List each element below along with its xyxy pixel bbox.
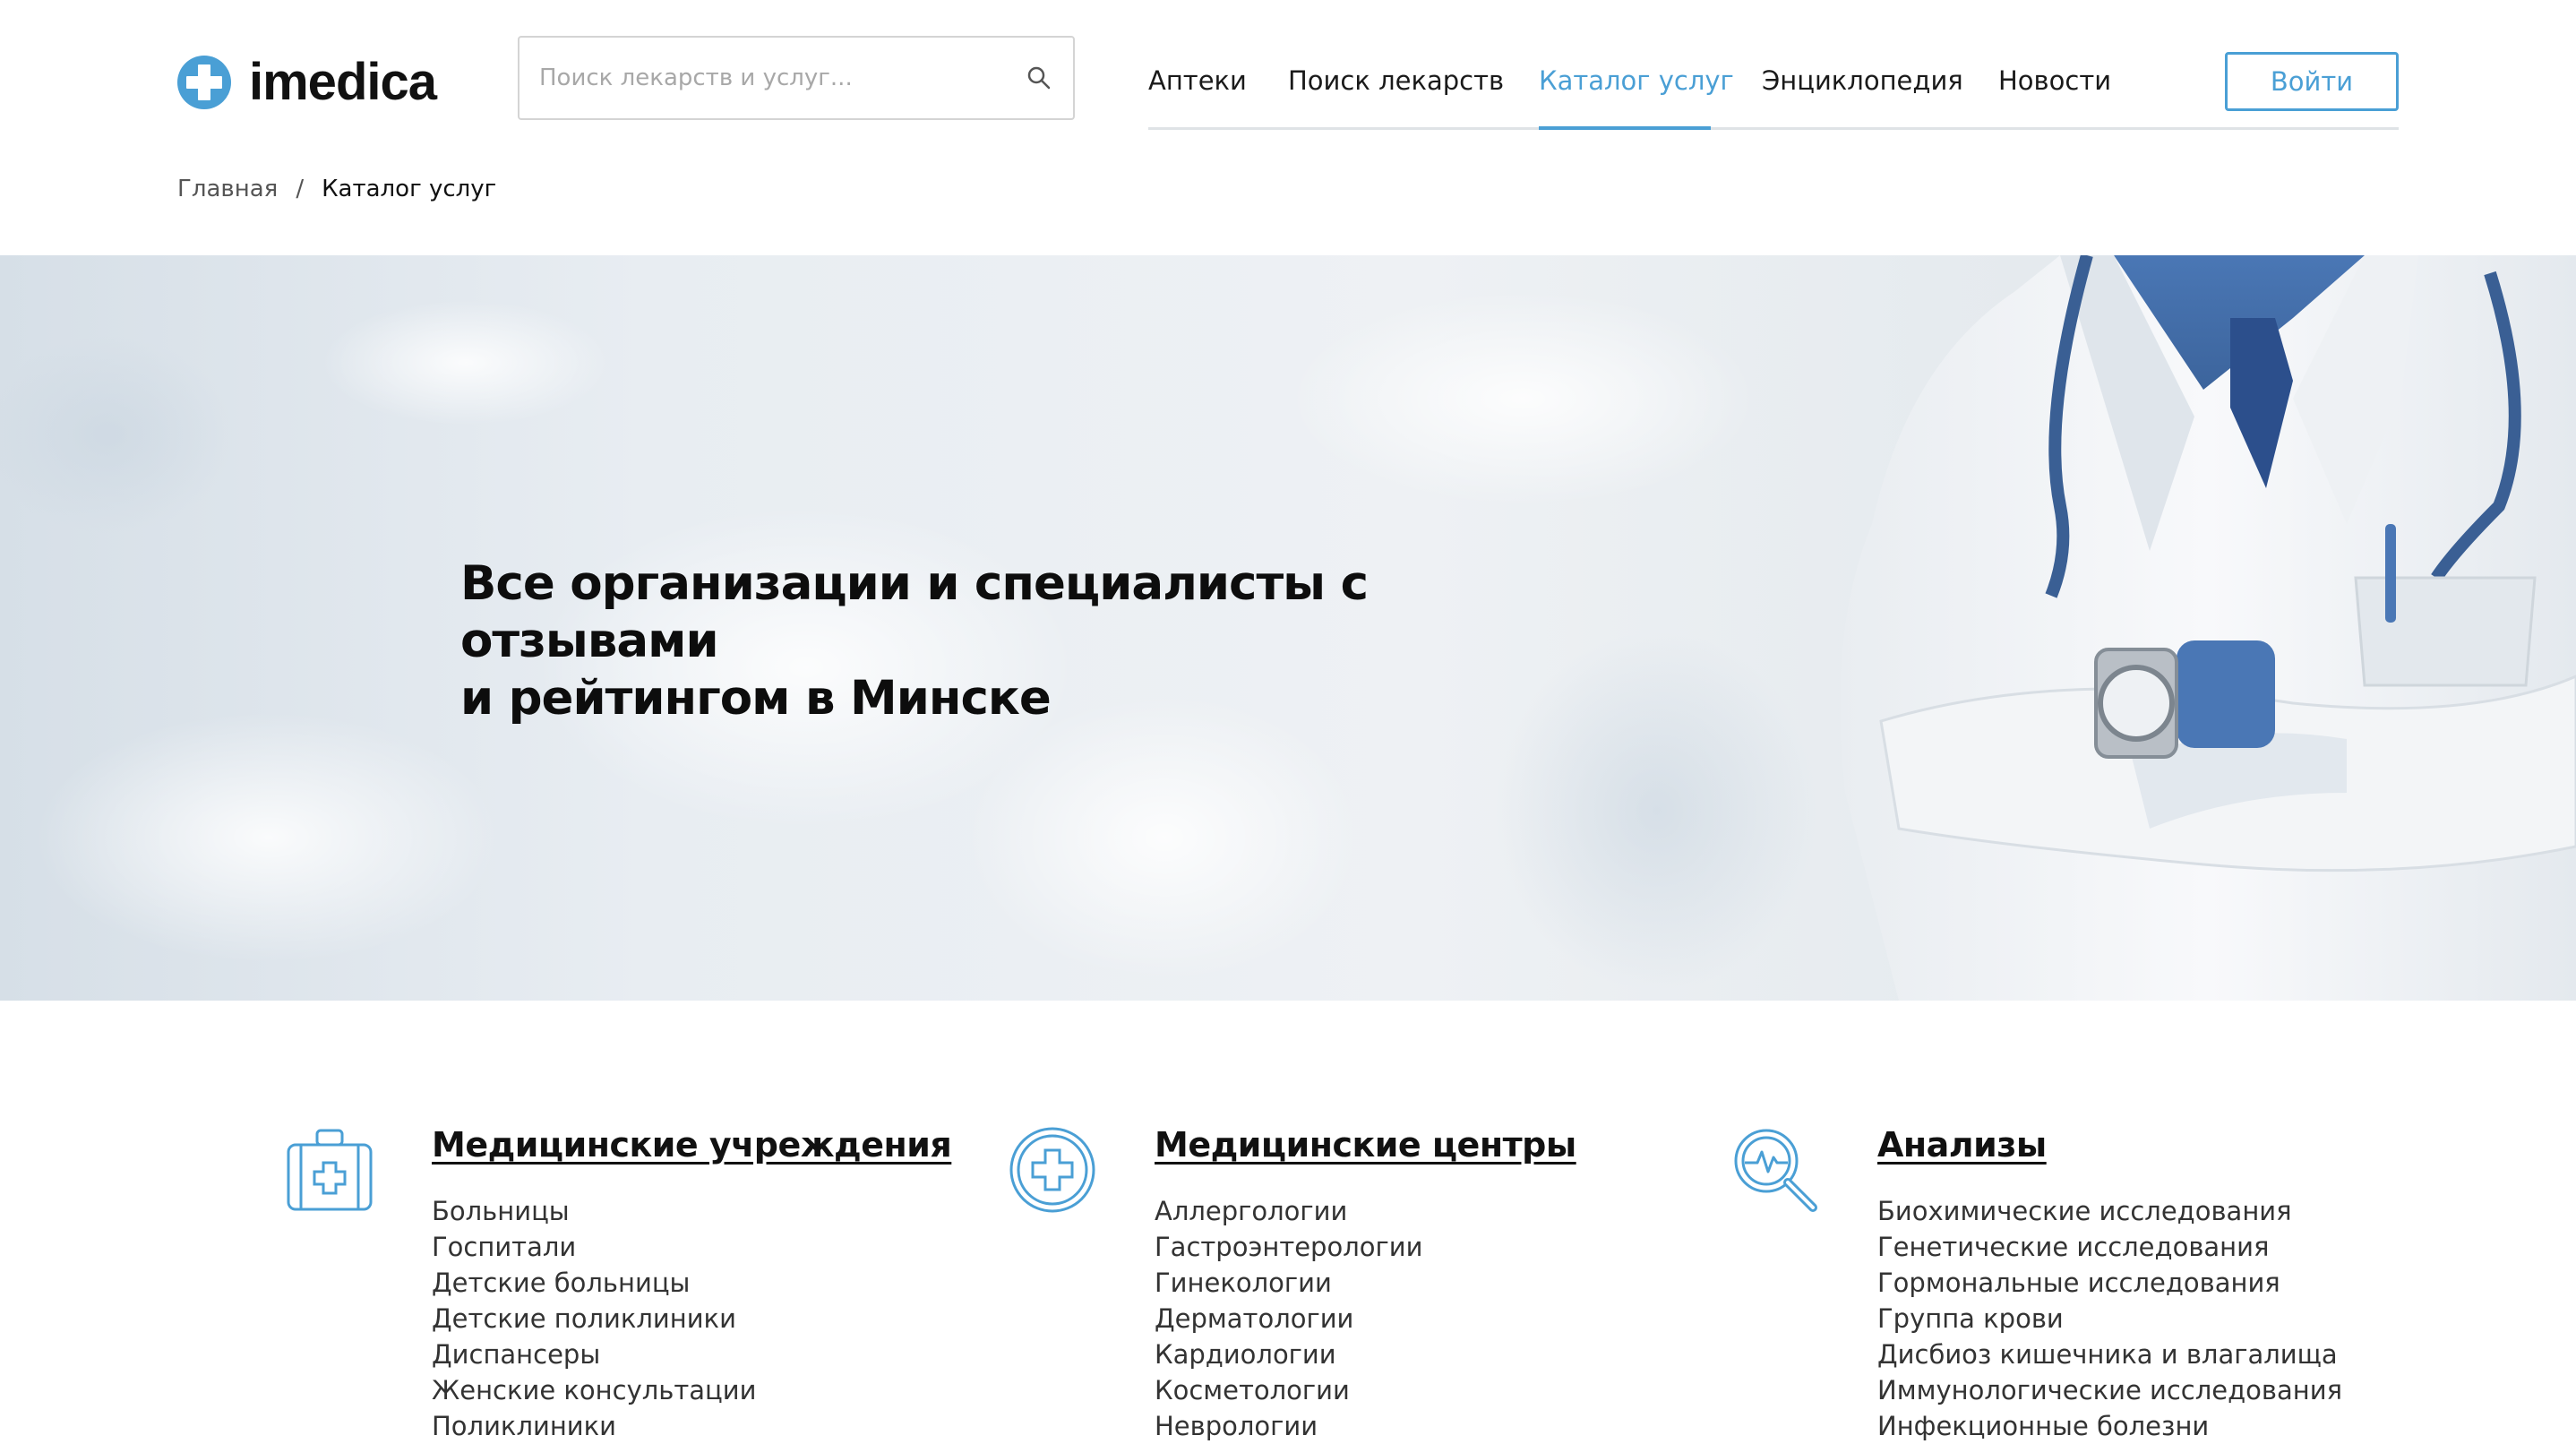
nav-item-service-catalog[interactable]: Каталог услуг [1539,39,1734,127]
category-link[interactable]: Дисбиоз кишечника и влагалища [1877,1337,2342,1372]
breadcrumb-home-link[interactable]: Главная [177,176,278,202]
category-title[interactable]: Анализы [1877,1125,2047,1165]
hero-banner: Все организации и специалисты с отзывами… [0,255,2576,1001]
breadcrumb-separator: / [296,176,305,202]
category-link[interactable]: Гинекологии [1155,1265,1422,1301]
hero-title-line-2: и рейтингом в Минске [460,671,1052,726]
nav-item-pharmacies[interactable]: Аптеки [1148,39,1247,127]
category-link[interactable]: Генетические исследования [1877,1229,2342,1265]
category-link[interactable]: Гастроэнтерологии [1155,1229,1422,1265]
category-link[interactable]: Группа крови [1877,1301,2342,1337]
nav-item-news[interactable]: Новости [1998,39,2111,127]
category-link[interactable]: Кардиологии [1155,1337,1422,1372]
search-icon[interactable] [1026,65,1052,90]
category-link[interactable]: Детские больницы [432,1265,756,1301]
category-link[interactable]: Диспансеры [432,1337,756,1372]
nav-item-drug-search[interactable]: Поиск лекарств [1288,39,1504,127]
category-link[interactable]: Косметологии [1155,1372,1422,1408]
category-link[interactable]: Женские консультации [432,1372,756,1408]
category-link[interactable]: Детские поликлиники [432,1301,756,1337]
category-link[interactable]: Аллергологии [1155,1193,1422,1229]
category-list: Аллергологии Гастроэнтерологии Гинеколог… [1155,1193,1422,1444]
hero-title: Все организации и специалисты с отзывами… [460,555,1625,727]
hero-title-line-1: Все организации и специалисты с отзывами [460,556,1369,668]
category-link[interactable]: Иммунологические исследования [1877,1372,2342,1408]
category-link[interactable]: Поликлиники [432,1408,756,1444]
category-list: Биохимические исследования Генетические … [1877,1193,2342,1444]
category-title[interactable]: Медицинские центры [1155,1125,1576,1165]
medical-bag-icon [287,1129,373,1211]
logo-text: imedica [249,53,437,111]
category-link[interactable]: Неврологии [1155,1408,1422,1444]
category-title[interactable]: Медицинские учреждения [432,1125,952,1165]
nav-item-encyclopedia[interactable]: Энциклопедия [1762,39,1963,127]
main-nav: Аптеки Поиск лекарств Каталог услуг Энци… [1148,39,2399,130]
search-box [518,36,1075,120]
category-link[interactable]: Биохимические исследования [1877,1193,2342,1229]
nav-active-indicator [1539,126,1711,130]
magnifier-pulse-icon [1734,1129,1817,1212]
category-link[interactable]: Госпитали [432,1229,756,1265]
category-list: Больницы Госпитали Детские больницы Детс… [432,1193,756,1444]
breadcrumb: Главная / Каталог услуг [177,176,496,202]
category-link[interactable]: Дерматологии [1155,1301,1422,1337]
login-button[interactable]: Войти [2225,52,2399,111]
breadcrumb-current: Каталог услуг [322,176,497,202]
category-link[interactable]: Больницы [432,1193,756,1229]
logo[interactable]: imedica [177,53,437,111]
logo-cross-icon [177,56,231,109]
search-input[interactable] [539,38,987,118]
category-link[interactable]: Гормональные исследования [1877,1265,2342,1301]
category-link[interactable]: Инфекционные болезни [1877,1408,2342,1444]
medical-cross-circle-icon [1009,1127,1095,1213]
